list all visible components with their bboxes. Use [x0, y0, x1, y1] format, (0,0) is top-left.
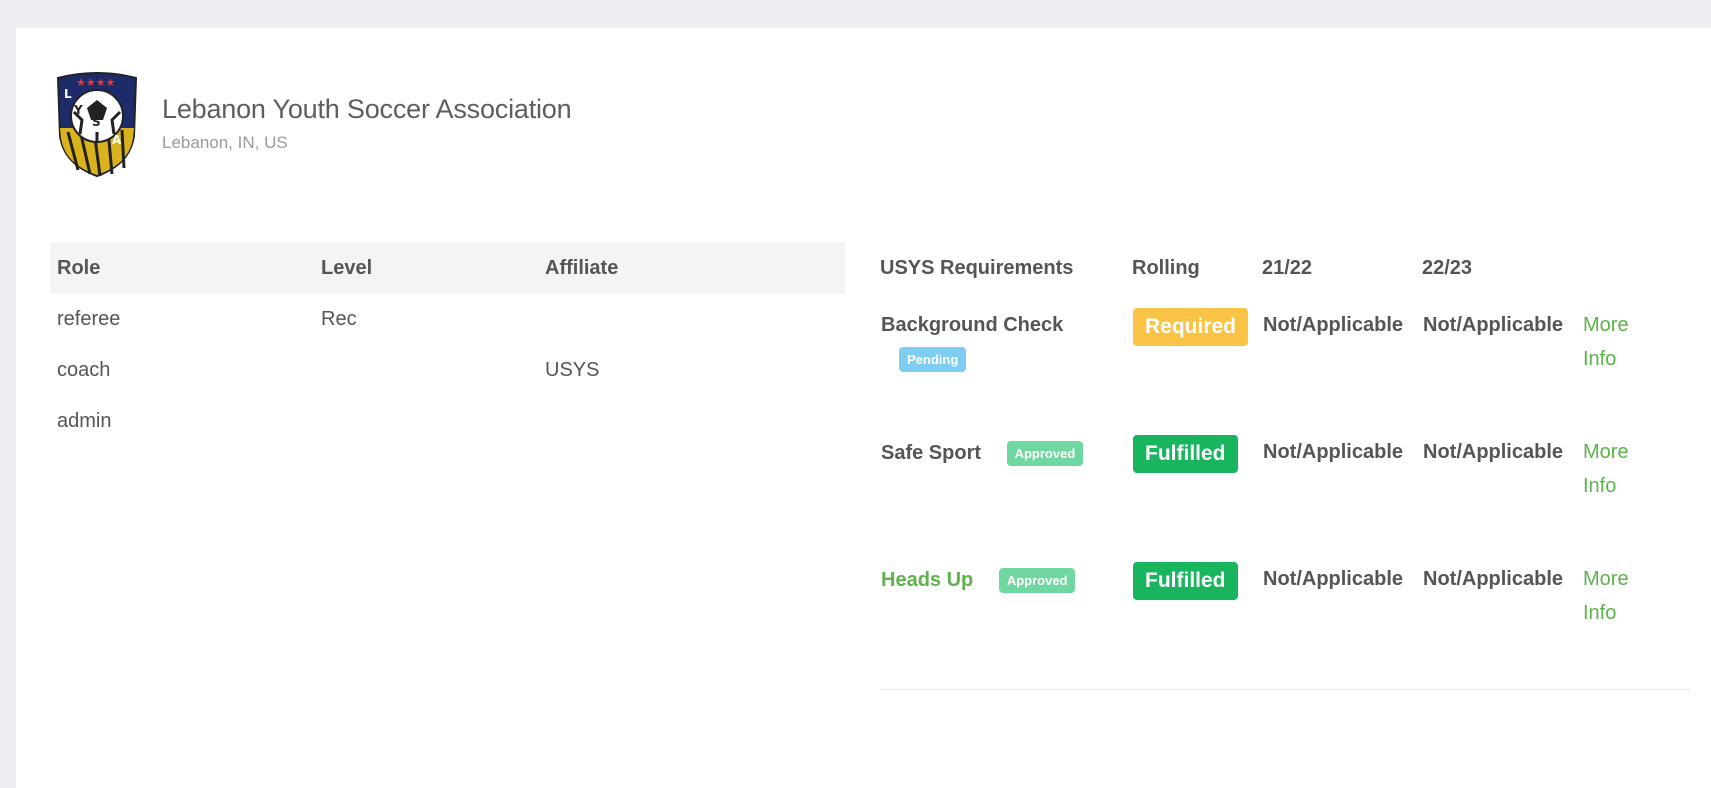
- role-cell: admin: [57, 410, 112, 432]
- logo-letter-l: L: [64, 87, 72, 101]
- table-row: referee Rec: [50, 294, 845, 345]
- requirements-table: USYS Requirements Rolling 21/22 22/23 Ba…: [880, 242, 1690, 690]
- requirement-row-heads-up: Heads Up Approved Fulfilled Not/Applicab…: [880, 548, 1690, 690]
- rolling-cell: Required: [1132, 294, 1262, 421]
- rolling-column-header: Rolling: [1132, 256, 1200, 279]
- fulfilled-status-badge: Fulfilled: [1133, 562, 1238, 600]
- logo-letter-y: Y: [73, 103, 83, 117]
- role-column-header: Role: [50, 242, 314, 294]
- more-info-link[interactable]: More Info: [1583, 435, 1643, 503]
- requirement-name-link[interactable]: Heads Up: [881, 569, 973, 591]
- season-2122-cell: Not/Applicable: [1263, 314, 1404, 336]
- season-2122-column-header: 21/22: [1262, 256, 1313, 279]
- level-column-header: Level: [314, 242, 538, 294]
- actions-column-header: [1582, 242, 1690, 294]
- requirement-row-safe-sport: Safe Sport Approved Fulfilled Not/Applic…: [880, 421, 1690, 548]
- table-row: coach USYS: [50, 345, 845, 396]
- organization-card: ★★★★ L Y S A Lebanon Youth Soccer Associ…: [16, 28, 1711, 788]
- requirement-row-background-check: Background Check Pending Required Not/Ap…: [880, 294, 1690, 421]
- level-cell: [314, 396, 538, 447]
- requirement-name-cell: Background Check Pending: [880, 294, 1132, 421]
- season-2223-cell: Not/Applicable: [1423, 441, 1564, 463]
- more-info-link[interactable]: More Info: [1583, 562, 1643, 630]
- club-crest-logo: ★★★★ L Y S A: [56, 72, 138, 178]
- more-info-cell: More Info: [1582, 294, 1690, 421]
- roles-table: Role Level Affiliate referee Rec coach U…: [50, 242, 845, 447]
- svg-text:★★★★: ★★★★: [76, 76, 116, 89]
- requirement-name: Safe Sport: [881, 441, 982, 464]
- season-2122-cell: Not/Applicable: [1263, 441, 1404, 463]
- affiliate-cell: [538, 294, 845, 345]
- rolling-cell: Fulfilled: [1132, 421, 1262, 548]
- requirement-name-cell: Heads Up Approved: [880, 548, 1132, 690]
- level-cell: Rec: [321, 308, 357, 330]
- more-info-cell: More Info: [1582, 548, 1690, 690]
- affiliate-cell: [538, 396, 845, 447]
- roles-header-row: Role Level Affiliate: [50, 242, 845, 294]
- approved-badge: Approved: [998, 568, 1076, 593]
- season-2223-cell: Not/Applicable: [1422, 548, 1582, 690]
- season-2223-column-header: 22/23: [1422, 256, 1473, 279]
- requirements-header-row: USYS Requirements Rolling 21/22 22/23: [880, 242, 1690, 294]
- org-name: Lebanon Youth Soccer Association: [162, 93, 572, 124]
- pending-badge: Pending: [899, 347, 967, 372]
- requirement-name-cell: Safe Sport Approved: [880, 421, 1132, 548]
- role-cell: coach: [57, 359, 111, 381]
- role-cell: referee: [57, 308, 121, 330]
- fulfilled-status-badge: Fulfilled: [1133, 435, 1238, 473]
- more-info-cell: More Info: [1582, 421, 1690, 548]
- approved-badge: Approved: [1006, 441, 1084, 466]
- season-2223-cell: Not/Applicable: [1423, 314, 1564, 336]
- logo-letter-a: A: [112, 133, 122, 147]
- org-header: ★★★★ L Y S A Lebanon Youth Soccer Associ…: [54, 72, 572, 178]
- requirements-column-header: USYS Requirements: [880, 256, 1074, 279]
- org-text: Lebanon Youth Soccer Association Lebanon…: [162, 93, 572, 153]
- affiliate-column-header: Affiliate: [538, 242, 845, 294]
- more-info-link[interactable]: More Info: [1583, 308, 1643, 376]
- logo-letter-s: S: [92, 115, 101, 129]
- season-2122-cell: Not/Applicable: [1262, 548, 1422, 690]
- affiliate-cell: USYS: [545, 359, 600, 381]
- org-location: Lebanon, IN, US: [162, 132, 288, 152]
- required-status-badge: Required: [1133, 308, 1249, 346]
- level-cell: [314, 345, 538, 396]
- requirement-name: Background Check: [881, 314, 1064, 336]
- table-row: admin: [50, 396, 845, 447]
- rolling-cell: Fulfilled: [1132, 548, 1262, 690]
